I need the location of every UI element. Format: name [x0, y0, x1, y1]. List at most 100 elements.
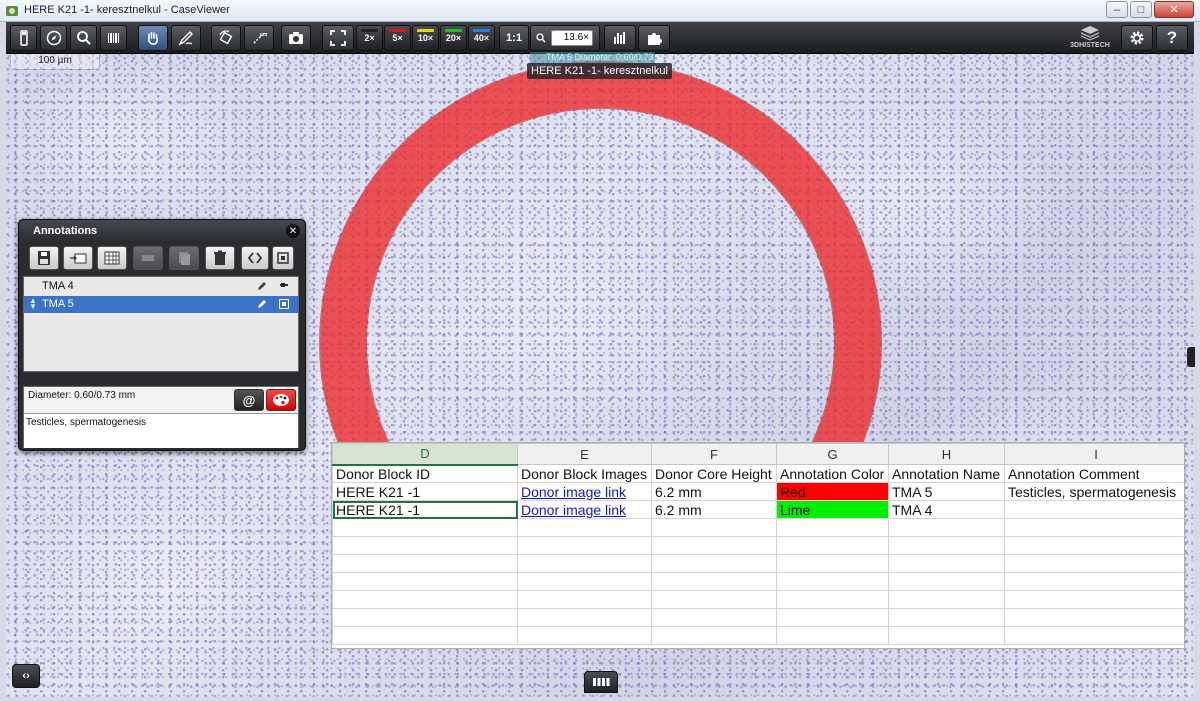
empty-row — [332, 572, 1184, 591]
slide-tray-toggle-button[interactable] — [584, 671, 618, 693]
cell-annotation-color[interactable]: Red — [776, 482, 889, 501]
ruler-um-icon: µm — [253, 32, 268, 44]
annotation-item-tma5[interactable]: ▲ ▼ TMA 5 — [24, 296, 298, 313]
spreadsheet-window: D E F G H I Donor Block ID Donor Block I… — [331, 442, 1185, 649]
cell-header[interactable]: Donor Block Images — [517, 464, 652, 483]
side-panel-handle[interactable] — [1187, 347, 1195, 367]
one-to-one-button[interactable]: 1:1 — [499, 25, 529, 51]
histogram-button[interactable] — [604, 25, 636, 51]
cell-header[interactable]: Annotation Color — [776, 464, 889, 483]
gear-icon — [1130, 31, 1144, 45]
cell-donor-block-id[interactable]: HERE K21 -1 — [332, 482, 518, 501]
minimize-button[interactable]: – — [1106, 1, 1128, 18]
magnification-40x-button[interactable]: 40× — [468, 25, 495, 51]
annotation-color-button[interactable] — [266, 389, 296, 411]
measure-button[interactable]: µm — [244, 25, 274, 51]
help-button[interactable]: ? — [1156, 25, 1188, 51]
slide-info-button[interactable] — [10, 25, 37, 51]
table-header-row: Donor Block ID Donor Block Images Donor … — [332, 464, 1184, 483]
pan-tool-button[interactable] — [138, 25, 168, 51]
slide-icon — [19, 30, 28, 46]
plugins-button[interactable] — [638, 25, 670, 51]
annotations-panel-close-button[interactable]: ✕ — [286, 224, 300, 238]
cell-header[interactable]: Annotation Name — [888, 464, 1005, 483]
fit-to-screen-button[interactable] — [322, 25, 354, 51]
column-header-h[interactable]: H — [888, 443, 1005, 465]
donor-image-link[interactable]: Donor image link — [517, 482, 652, 501]
table-row: HERE K21 -1 Donor image link 6.2 mm Lime… — [332, 500, 1184, 519]
cell-donor-core-height[interactable]: 6.2 mm — [651, 500, 777, 519]
maximize-button[interactable]: □ — [1130, 1, 1152, 18]
table-row: HERE K21 -1 Donor image link 6.2 mm Red … — [332, 482, 1184, 501]
floppy-disk-icon — [38, 251, 50, 265]
pencil-icon[interactable] — [256, 298, 268, 310]
previous-next-annotation-button[interactable] — [241, 246, 269, 270]
column-header-d[interactable]: D — [332, 443, 518, 466]
annotation-item-label: TMA 4 — [42, 280, 74, 292]
cell-annotation-comment[interactable]: Testicles, spermatogenesis — [1004, 482, 1184, 501]
draw-annotation-button[interactable] — [171, 25, 201, 51]
cell-annotation-name[interactable]: TMA 5 — [888, 482, 1005, 501]
magnification-10x-button[interactable]: 10× — [412, 25, 439, 51]
magnification-2x-button[interactable]: 2× — [356, 25, 383, 51]
grid-table-icon — [104, 251, 120, 265]
donor-image-link[interactable]: Donor image link — [517, 500, 652, 519]
duplicate-annotation-button[interactable] — [169, 246, 199, 270]
annotations-toolbar — [23, 246, 301, 272]
magnification-20x-button[interactable]: 20× — [440, 25, 467, 51]
empty-row — [332, 518, 1184, 537]
settings-button[interactable] — [1121, 25, 1153, 51]
zoom-level-input[interactable]: 13.6× — [551, 30, 593, 46]
annotation-item-label: TMA 5 — [42, 298, 74, 310]
rotate-icon — [219, 30, 233, 45]
slide-navigation-button[interactable]: ‹› — [12, 664, 40, 688]
visibility-toggle-icon[interactable] — [279, 299, 289, 309]
annotation-comment[interactable]: Testicles, spermatogenesis — [24, 413, 298, 448]
column-header-i[interactable]: I — [1004, 443, 1184, 465]
empty-row — [332, 536, 1184, 555]
cell-header[interactable]: Annotation Comment — [1004, 464, 1184, 483]
empty-row — [332, 554, 1184, 573]
magnifier-button[interactable] — [70, 25, 97, 51]
rotate-button[interactable] — [211, 25, 241, 51]
annotation-list: TMA 4 ▲ ▼ TMA 5 — [23, 276, 299, 372]
save-annotations-button[interactable] — [29, 246, 59, 270]
cell-header[interactable]: Donor Block ID — [332, 464, 518, 483]
window-titlebar: HERE K21 -1- keresztnelkul - CaseViewer … — [0, 0, 1200, 22]
cell-annotation-comment[interactable] — [1004, 500, 1184, 519]
palette-icon — [273, 394, 289, 406]
3dhistech-logo-icon — [1080, 26, 1100, 41]
drag-handle-icon[interactable]: ▲ ▼ — [29, 297, 37, 311]
delete-annotation-button[interactable] — [205, 246, 235, 270]
main-toolbar: µm 2× 5× 10× 20× 40× 1:1 13.6× 3DHISTECH… — [6, 22, 1194, 54]
pencil-icon[interactable] — [256, 280, 268, 292]
column-header-g[interactable]: G — [776, 443, 889, 465]
scale-bar-label: 100 µm — [38, 55, 72, 66]
collapse-dash-icon[interactable] — [279, 281, 289, 291]
brand-logo: 3DHISTECH — [1058, 24, 1122, 52]
close-window-button[interactable]: ✕ — [1154, 1, 1194, 18]
annotations-panel: Annotations ✕ TMA 4 ▲ ▼ TMA 5 Diameter: … — [18, 219, 306, 451]
annotation-table-button[interactable] — [97, 246, 127, 270]
annotation-item-tma4[interactable]: TMA 4 — [24, 278, 298, 295]
export-annotations-button[interactable] — [63, 246, 93, 270]
window-title: HERE K21 -1- keresztnelkul - CaseViewer — [24, 4, 230, 16]
cell-annotation-color[interactable]: Lime — [776, 500, 889, 519]
magnification-5x-button[interactable]: 5× — [384, 25, 411, 51]
copy-annotation-button[interactable] — [133, 246, 163, 270]
annotation-diameter: Diameter: 0.60/0.73 mm — [28, 390, 136, 401]
cell-donor-core-height[interactable]: 6.2 mm — [651, 482, 777, 501]
column-header-f[interactable]: F — [651, 443, 777, 465]
toggle-all-annotations-button[interactable] — [272, 246, 294, 270]
cell-annotation-name[interactable]: TMA 4 — [888, 500, 1005, 519]
navigator-button[interactable] — [40, 25, 67, 51]
link-annotation-button[interactable]: @ — [234, 389, 264, 411]
barcode-icon — [107, 33, 119, 43]
camera-icon — [289, 32, 303, 44]
column-header-e[interactable]: E — [517, 443, 652, 465]
zoom-magnifier-icon — [536, 33, 546, 43]
cell-donor-block-id-active[interactable]: HERE K21 -1 — [332, 500, 518, 519]
cell-header[interactable]: Donor Core Height — [651, 464, 777, 483]
snapshot-button[interactable] — [281, 25, 311, 51]
barcode-button[interactable] — [100, 25, 127, 51]
